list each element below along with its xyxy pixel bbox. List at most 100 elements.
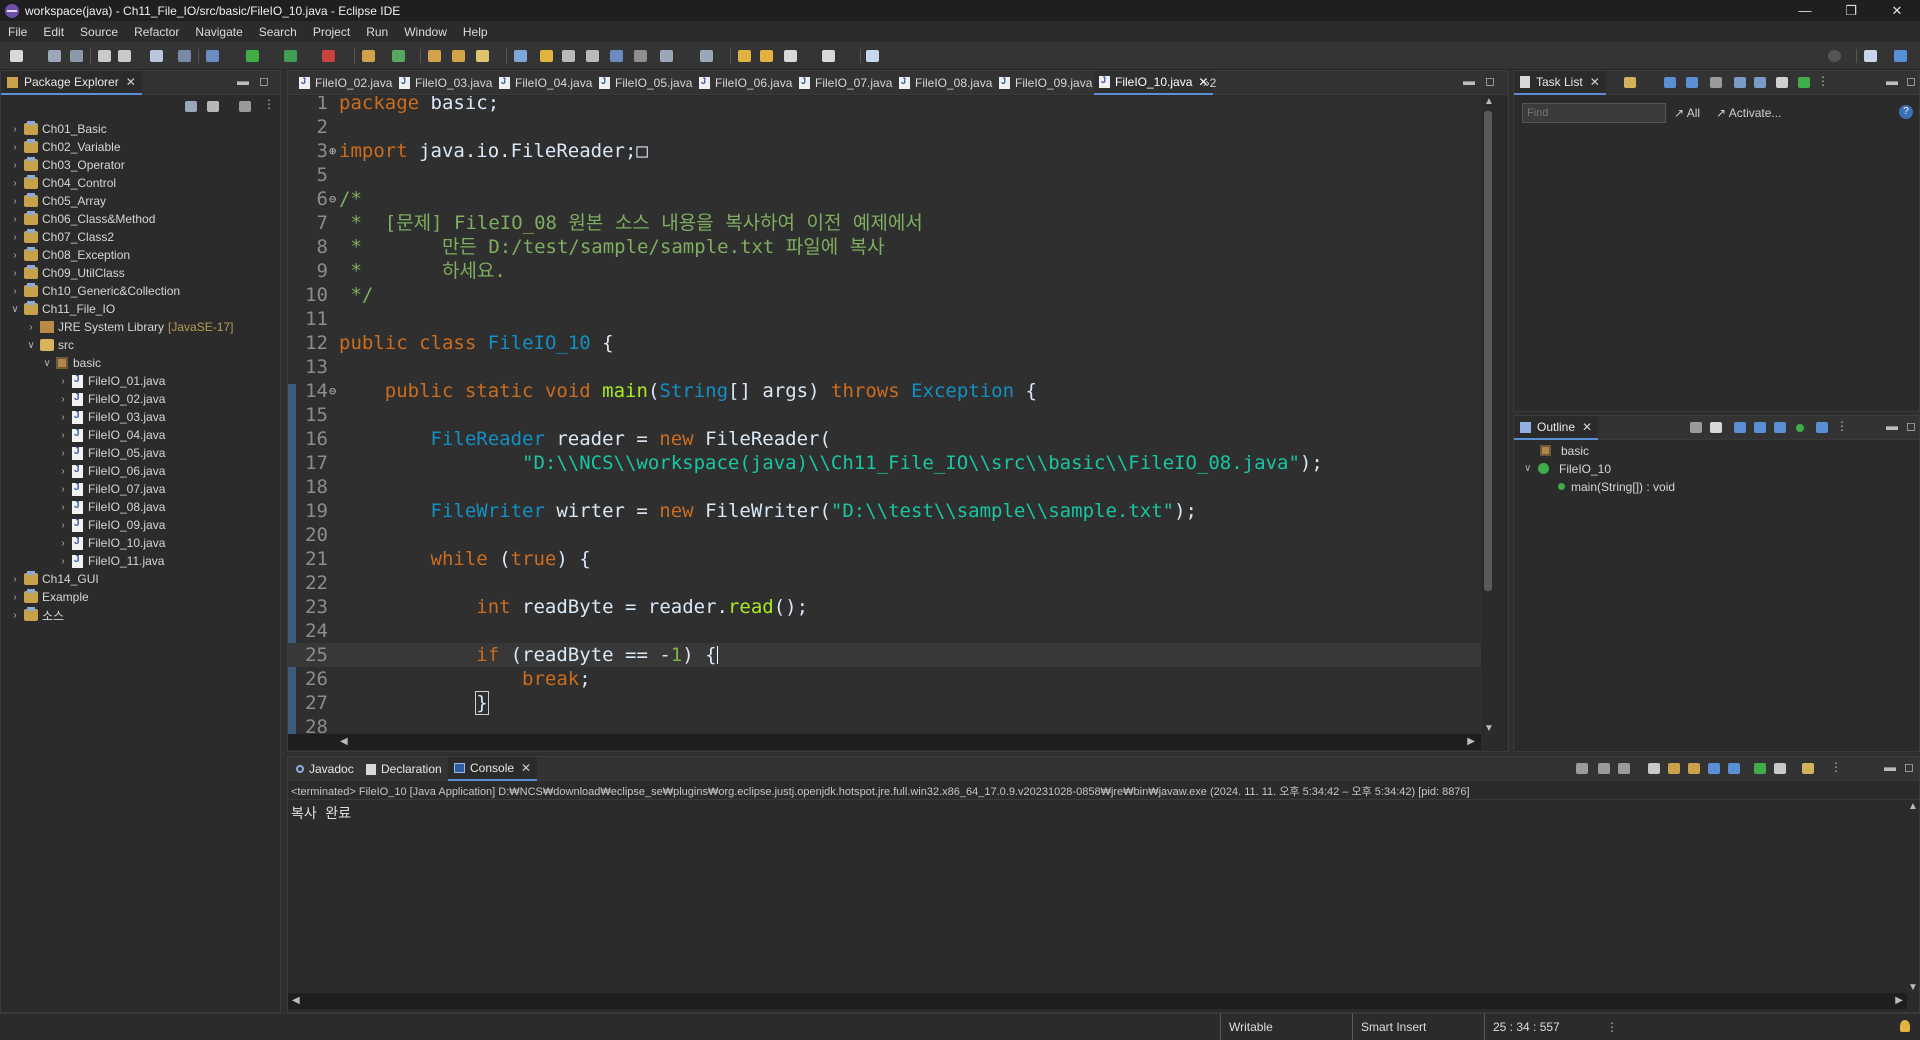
fold-collapse-icon[interactable]: ⊖ <box>329 379 336 403</box>
menu-run[interactable]: Run <box>364 25 398 39</box>
categorized-icon[interactable] <box>1664 77 1676 88</box>
code-line[interactable]: 1 package basic; <box>288 96 1481 115</box>
scroll-left-icon[interactable]: ◀ <box>340 736 348 747</box>
chevron-right-icon[interactable]: › <box>9 232 21 243</box>
editor-tab[interactable]: FileIO_10.java✕ <box>1094 71 1214 95</box>
maximize-editor-icon[interactable]: ◻ <box>1485 74 1495 88</box>
tree-item[interactable]: ∨ basic <box>41 354 101 372</box>
tree-item[interactable]: › FileIO_08.java <box>57 498 165 516</box>
tree-item[interactable]: › Ch04_Control <box>9 174 116 192</box>
forward-icon[interactable] <box>822 50 835 62</box>
show-whitespace-icon[interactable] <box>610 50 623 62</box>
minimize-view-icon[interactable]: ▬ <box>237 74 249 88</box>
new-java-project-icon[interactable] <box>362 50 375 62</box>
close-icon[interactable]: ✕ <box>126 75 136 89</box>
code-line[interactable]: 12 public class FileIO_10 { <box>288 331 1481 355</box>
code-line[interactable]: 26 break; <box>288 667 1481 691</box>
hide-static-icon[interactable] <box>1754 422 1766 433</box>
tab-declaration[interactable]: Declaration <box>360 757 448 781</box>
lightbulb-icon[interactable] <box>1900 1020 1910 1032</box>
close-window-button[interactable]: ✕ <box>1874 0 1920 21</box>
new-task-icon[interactable] <box>1624 77 1636 88</box>
show-on-output-icon[interactable] <box>1708 763 1720 774</box>
menu-refactor[interactable]: Refactor <box>132 25 189 39</box>
console-horizontal-scrollbar[interactable]: ◀ ▶ <box>288 993 1907 1009</box>
chevron-right-icon[interactable]: › <box>9 592 21 603</box>
code-line[interactable]: 7 * [문제] FileIO_08 원본 소스 내용을 복사하여 이전 예제에… <box>288 211 1481 235</box>
editor-vertical-scrollbar[interactable]: ▲ ▼ <box>1481 96 1495 734</box>
java-perspective-icon[interactable] <box>1894 50 1907 62</box>
editor-tab[interactable]: FileIO_09.java <box>994 71 1097 95</box>
tree-item[interactable]: › FileIO_11.java <box>57 552 164 570</box>
tab-package-explorer[interactable]: Package Explorer ✕ <box>1 71 142 95</box>
remove-all-icon[interactable] <box>1618 763 1630 774</box>
tree-item[interactable]: › Ch05_Array <box>9 192 106 210</box>
outline-class[interactable]: ∨ FileIO_10 <box>1524 460 1611 477</box>
sync-icon[interactable] <box>1710 77 1722 88</box>
search-tool-icon[interactable] <box>476 50 489 62</box>
external-tools-icon[interactable] <box>322 50 335 62</box>
minimize-view-icon[interactable]: ▬ <box>1886 74 1898 88</box>
chevron-right-icon[interactable]: › <box>57 448 69 459</box>
debug-icon[interactable] <box>206 50 219 62</box>
tab-console[interactable]: Console ✕ <box>448 757 538 781</box>
tree-item[interactable]: › FileIO_02.java <box>57 390 165 408</box>
presentation-icon[interactable] <box>1798 77 1810 88</box>
maximize-view-icon[interactable]: ◻ <box>1904 760 1914 774</box>
annotation-icon[interactable] <box>514 50 527 62</box>
chevron-right-icon[interactable]: › <box>9 124 21 135</box>
code-line[interactable]: 23 int readByte = reader.read(); <box>288 595 1481 619</box>
editor-tab[interactable]: FileIO_03.java <box>394 71 497 95</box>
toggle-mark-icon[interactable] <box>562 50 575 62</box>
code-line[interactable]: 27 } <box>288 691 1481 715</box>
chevron-right-icon[interactable]: › <box>57 466 69 477</box>
code-editor[interactable]: 1 package basic; 2 3 ⊕ import java.io.FileRea… <box>288 96 1481 734</box>
tree-item[interactable]: › FileIO_01.java <box>57 372 165 390</box>
open-type-icon[interactable] <box>428 50 441 62</box>
tree-item[interactable]: › 소스 <box>9 606 64 624</box>
maximize-view-icon[interactable]: ◻ <box>259 74 269 88</box>
run-icon[interactable] <box>246 50 259 62</box>
undo-icon[interactable] <box>98 50 111 62</box>
tree-item[interactable]: › Ch01_Basic <box>9 120 107 138</box>
maximize-view-icon[interactable]: ◻ <box>1906 419 1916 433</box>
chevron-right-icon[interactable]: › <box>25 322 37 333</box>
terminate-icon[interactable] <box>1576 763 1588 774</box>
view-menu-icon[interactable]: ⋮ <box>1830 760 1842 774</box>
chevron-right-icon[interactable]: › <box>57 556 69 567</box>
scroll-down-icon[interactable]: ▼ <box>1484 723 1494 734</box>
code-line[interactable]: 5 <box>288 163 1481 187</box>
tab-javadoc[interactable]: Javadoc <box>290 757 360 781</box>
chevron-down-icon[interactable]: ∨ <box>25 340 37 351</box>
tree-item[interactable]: › FileIO_06.java <box>57 462 165 480</box>
tab-overflow-button[interactable]: »2 <box>1198 71 1221 95</box>
code-line[interactable]: 28 <box>288 715 1481 734</box>
chevron-right-icon[interactable]: › <box>9 178 21 189</box>
collapse-all-icon[interactable] <box>1690 422 1702 433</box>
new-icon[interactable] <box>10 50 23 62</box>
skip-breakpoints-icon[interactable] <box>178 50 191 62</box>
code-line[interactable]: 24 <box>288 619 1481 643</box>
chevron-right-icon[interactable]: › <box>57 412 69 423</box>
redo-icon[interactable] <box>118 50 131 62</box>
code-line[interactable]: 17 "D:\\NCS\\workspace(java)\\Ch11_File_… <box>288 451 1481 475</box>
chevron-down-icon[interactable]: ∨ <box>41 358 53 369</box>
editor-tab[interactable]: FileIO_02.java <box>294 71 397 95</box>
coverage-icon[interactable] <box>284 50 297 62</box>
filter-icon[interactable] <box>239 101 251 112</box>
help-icon[interactable]: ? <box>1899 105 1913 119</box>
focus-icon[interactable] <box>1754 77 1766 88</box>
hide-nonpublic-icon[interactable] <box>1774 422 1786 433</box>
remove-launch-icon[interactable] <box>1598 763 1610 774</box>
scroll-right-icon[interactable]: ▶ <box>1467 736 1475 747</box>
chevron-right-icon[interactable]: › <box>9 610 21 621</box>
scroll-right-icon[interactable]: ▶ <box>1895 995 1903 1006</box>
search-icon[interactable] <box>1828 50 1841 62</box>
highlight-icon[interactable] <box>540 50 553 62</box>
chevron-right-icon[interactable]: › <box>57 394 69 405</box>
code-line[interactable]: 13 <box>288 355 1481 379</box>
terminal-icon[interactable] <box>150 50 163 62</box>
tree-item[interactable]: › Ch07_Class2 <box>9 228 114 246</box>
scroll-up-icon[interactable]: ▲ <box>1484 96 1494 107</box>
code-line[interactable]: 25 if (readByte == -1) { <box>288 643 1481 667</box>
